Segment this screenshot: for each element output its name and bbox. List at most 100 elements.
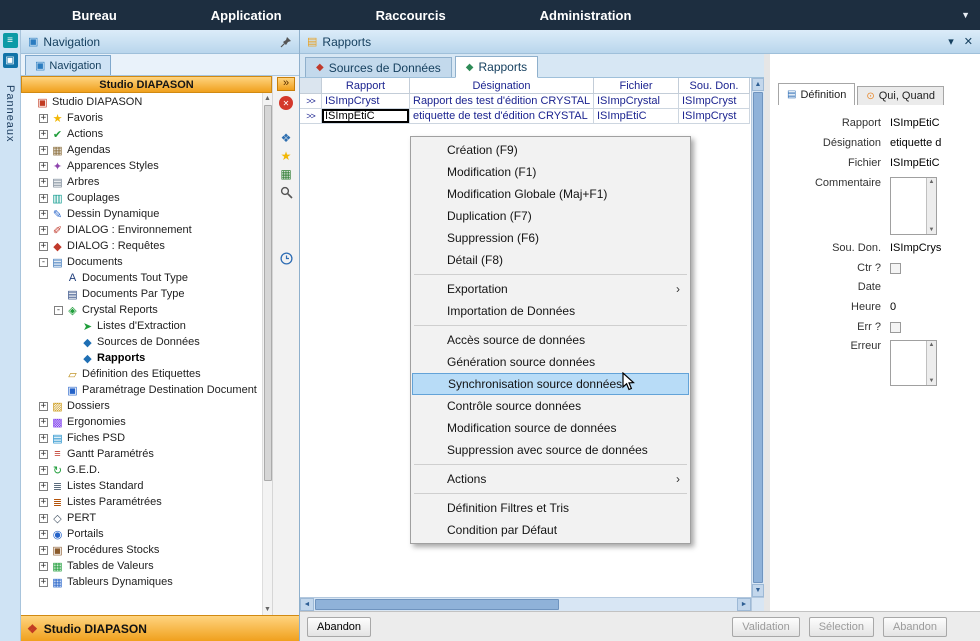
history-icon[interactable]	[278, 250, 295, 266]
tab-rapports[interactable]: ◆Rapports	[455, 56, 538, 78]
menu-item-importation-de-donn-es[interactable]: Importation de Données	[411, 300, 690, 322]
expand-icon[interactable]: +	[39, 498, 48, 507]
tree-item-rapports[interactable]: ◆Rapports	[21, 350, 262, 366]
menubar-item-administration[interactable]: Administration	[493, 8, 679, 23]
tree-item-listes-param-tr-es[interactable]: +≣Listes Paramétrées	[21, 494, 262, 510]
textarea-scroll-arrows[interactable]: ▲▼	[926, 178, 936, 234]
column-header-sou-don[interactable]: Sou. Don.	[679, 78, 750, 94]
menu-item-condition-par-d-faut[interactable]: Condition par Défaut	[411, 519, 690, 541]
panel-menu-chevron-icon[interactable]: ▾	[948, 35, 954, 48]
scroll-right-icon[interactable]: ►	[737, 598, 751, 611]
collapse-icon[interactable]: -	[54, 306, 63, 315]
expand-icon[interactable]: +	[39, 466, 48, 475]
tree-item-gantt-param-tr-s[interactable]: +≡Gantt Paramétrés	[21, 446, 262, 462]
arrow-down-icon[interactable]: ▼	[929, 227, 935, 233]
tree-item-listes-d-extraction[interactable]: ➤Listes d'Extraction	[21, 318, 262, 334]
tree-item-fiches-psd[interactable]: +▤Fiches PSD	[21, 430, 262, 446]
tree-item-actions[interactable]: +✔Actions	[21, 126, 262, 142]
column-header-fichier[interactable]: Fichier	[594, 78, 679, 94]
s-lection-button[interactable]: Sélection	[809, 617, 874, 637]
menu-item-d-tail-f8[interactable]: Détail (F8)	[411, 249, 690, 271]
menu-item-exportation[interactable]: Exportation›	[411, 278, 690, 300]
expand-icon[interactable]: +	[39, 114, 48, 123]
menubar-item-raccourcis[interactable]: Raccourcis	[329, 8, 493, 23]
tree-item-documents-tout-type[interactable]: ADocuments Tout Type	[21, 270, 262, 286]
collapse-panel-button[interactable]: »	[277, 77, 295, 91]
arrow-up-icon[interactable]: ▲	[929, 179, 935, 185]
favorites-icon[interactable]: ★	[278, 148, 295, 164]
menu-item-modification-globale-maj-f1[interactable]: Modification Globale (Maj+F1)	[411, 183, 690, 205]
window-chevron-icon[interactable]: ▼	[961, 10, 970, 20]
tree-item-d-finition-des-etiquettes[interactable]: ▱Définition des Etiquettes	[21, 366, 262, 382]
expand-icon[interactable]: +	[39, 530, 48, 539]
tree-item-agendas[interactable]: +▦Agendas	[21, 142, 262, 158]
collapse-icon[interactable]: -	[39, 258, 48, 267]
tree-item-g-e-d[interactable]: +↻G.E.D.	[21, 462, 262, 478]
tab-navigation[interactable]: ▣ Navigation	[25, 55, 111, 75]
scroll-down-icon[interactable]: ▼	[752, 584, 764, 597]
arrow-down-icon[interactable]: ▼	[929, 378, 935, 384]
tree-item-pert[interactable]: +◇PERT	[21, 510, 262, 526]
table-cell[interactable]: etiquette de test d'édition CRYSTAL	[410, 109, 594, 124]
menu-item-acc-s-source-de-donn-es[interactable]: Accès source de données	[411, 329, 690, 351]
expand-icon[interactable]: +	[39, 194, 48, 203]
expand-icon[interactable]: +	[39, 578, 48, 587]
menu-item-d-finition-filtres-et-tris[interactable]: Définition Filtres et Tris	[411, 497, 690, 519]
close-icon[interactable]: ✕	[279, 96, 293, 110]
abandon-button[interactable]: Abandon	[883, 617, 947, 637]
checkbox-err[interactable]	[890, 322, 901, 333]
scroll-left-icon[interactable]: ◄	[300, 598, 314, 611]
table-cell[interactable]: ISImpCryst	[679, 109, 750, 124]
expand-icon[interactable]: +	[39, 178, 48, 187]
tree-item-param-trage-destination-document[interactable]: ▣Paramétrage Destination Document	[21, 382, 262, 398]
panneaux-label[interactable]: Panneaux	[4, 85, 16, 143]
row-marker[interactable]: >>	[300, 109, 322, 124]
menu-item-suppression-f6[interactable]: Suppression (F6)	[411, 227, 690, 249]
tree-item-crystal-reports[interactable]: -◈Crystal Reports	[21, 302, 262, 318]
arrow-up-icon[interactable]: ▲	[929, 342, 935, 348]
tree-item-dossiers[interactable]: +▨Dossiers	[21, 398, 262, 414]
expand-icon[interactable]: +	[39, 242, 48, 251]
tree-item-couplages[interactable]: +▥Couplages	[21, 190, 262, 206]
v-scrollbar-thumb[interactable]	[753, 92, 763, 583]
h-scrollbar-track[interactable]	[560, 598, 737, 611]
tree-item-documents[interactable]: -▤Documents	[21, 254, 262, 270]
menu-item-contr-le-source-donn-es[interactable]: Contrôle source données	[411, 395, 690, 417]
expand-icon[interactable]: +	[39, 162, 48, 171]
table-cell[interactable]: ISImpCryst	[679, 94, 750, 109]
tree-item-favoris[interactable]: +★Favoris	[21, 110, 262, 126]
expand-icon[interactable]: +	[39, 482, 48, 491]
tree-item-apparences-styles[interactable]: +✦Apparences Styles	[21, 158, 262, 174]
row-selector-header-cell[interactable]	[300, 78, 322, 94]
scroll-up-icon[interactable]: ▲	[752, 78, 764, 91]
abandon-button[interactable]: Abandon	[307, 617, 371, 637]
table-vertical-scrollbar[interactable]: ▲ ▼	[751, 78, 764, 597]
tree-item-proc-dures-stocks[interactable]: +▣Procédures Stocks	[21, 542, 262, 558]
tree-item-dessin-dynamique[interactable]: +✎Dessin Dynamique	[21, 206, 262, 222]
field-textarea[interactable]: ▲▼	[890, 177, 937, 235]
panel-toggle-icon-1[interactable]: ≡	[3, 33, 18, 48]
textarea-scroll-arrows[interactable]: ▲▼	[926, 341, 936, 385]
scroll-up-icon[interactable]: ▲	[264, 93, 271, 104]
menu-item-suppression-avec-source-de-donn-es[interactable]: Suppression avec source de données	[411, 439, 690, 461]
menu-item-duplication-f7[interactable]: Duplication (F7)	[411, 205, 690, 227]
panel-close-icon[interactable]: ✕	[964, 35, 973, 48]
menu-item-modification-source-de-donn-es[interactable]: Modification source de données	[411, 417, 690, 439]
table-cell[interactable]: ISImpEtiC	[594, 109, 679, 124]
tree-item-dialog-environnement[interactable]: +✐DIALOG : Environnement	[21, 222, 262, 238]
expand-icon[interactable]: +	[39, 514, 48, 523]
tree-item-arbres[interactable]: +▤Arbres	[21, 174, 262, 190]
expand-icon[interactable]: +	[39, 562, 48, 571]
tree-item-dialog-requ-tes[interactable]: +◆DIALOG : Requêtes	[21, 238, 262, 254]
table-cell[interactable]: ISImpCryst	[322, 94, 410, 109]
table-row[interactable]: >> ISImpEtiCetiquette de test d'édition C…	[300, 109, 751, 124]
tree-item-studio-diapason[interactable]: ▣Studio DIAPASON	[21, 94, 262, 110]
tree-item-tableurs-dynamiques[interactable]: +▦Tableurs Dynamiques	[21, 574, 262, 590]
scroll-down-icon[interactable]: ▼	[264, 604, 271, 615]
field-textarea[interactable]: ▲▼	[890, 340, 937, 386]
table-cell[interactable]: ISImpCrystal	[594, 94, 679, 109]
row-marker[interactable]: >>	[300, 94, 322, 109]
tree-scrollbar[interactable]: ▲ ▼	[262, 93, 272, 615]
menubar-item-bureau[interactable]: Bureau	[0, 8, 164, 23]
tree-item-documents-par-type[interactable]: ▤Documents Par Type	[21, 286, 262, 302]
